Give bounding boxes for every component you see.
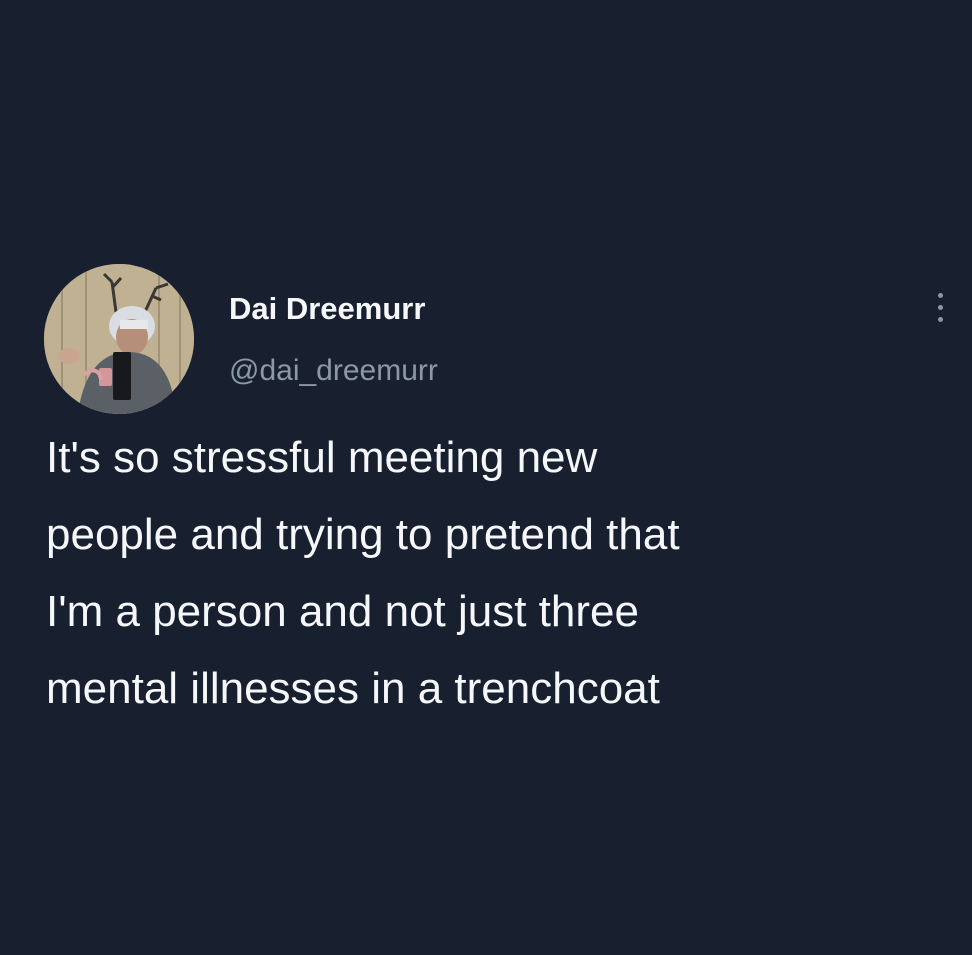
author-display-name[interactable]: Dai Dreemurr: [229, 289, 425, 329]
vertical-ellipsis-icon: [938, 293, 943, 298]
more-options-button[interactable]: [922, 286, 958, 330]
avatar[interactable]: [44, 264, 194, 414]
profile-photo-avatar-icon: [44, 264, 194, 414]
tweet-card: Dai Dreemurr @dai_dreemurr It's so stres…: [0, 0, 972, 955]
vertical-ellipsis-icon: [938, 305, 943, 310]
author-handle[interactable]: @dai_dreemurr: [229, 351, 438, 391]
vertical-ellipsis-icon: [938, 317, 943, 322]
tweet-text: It's so stressful meeting new people and…: [46, 433, 680, 713]
